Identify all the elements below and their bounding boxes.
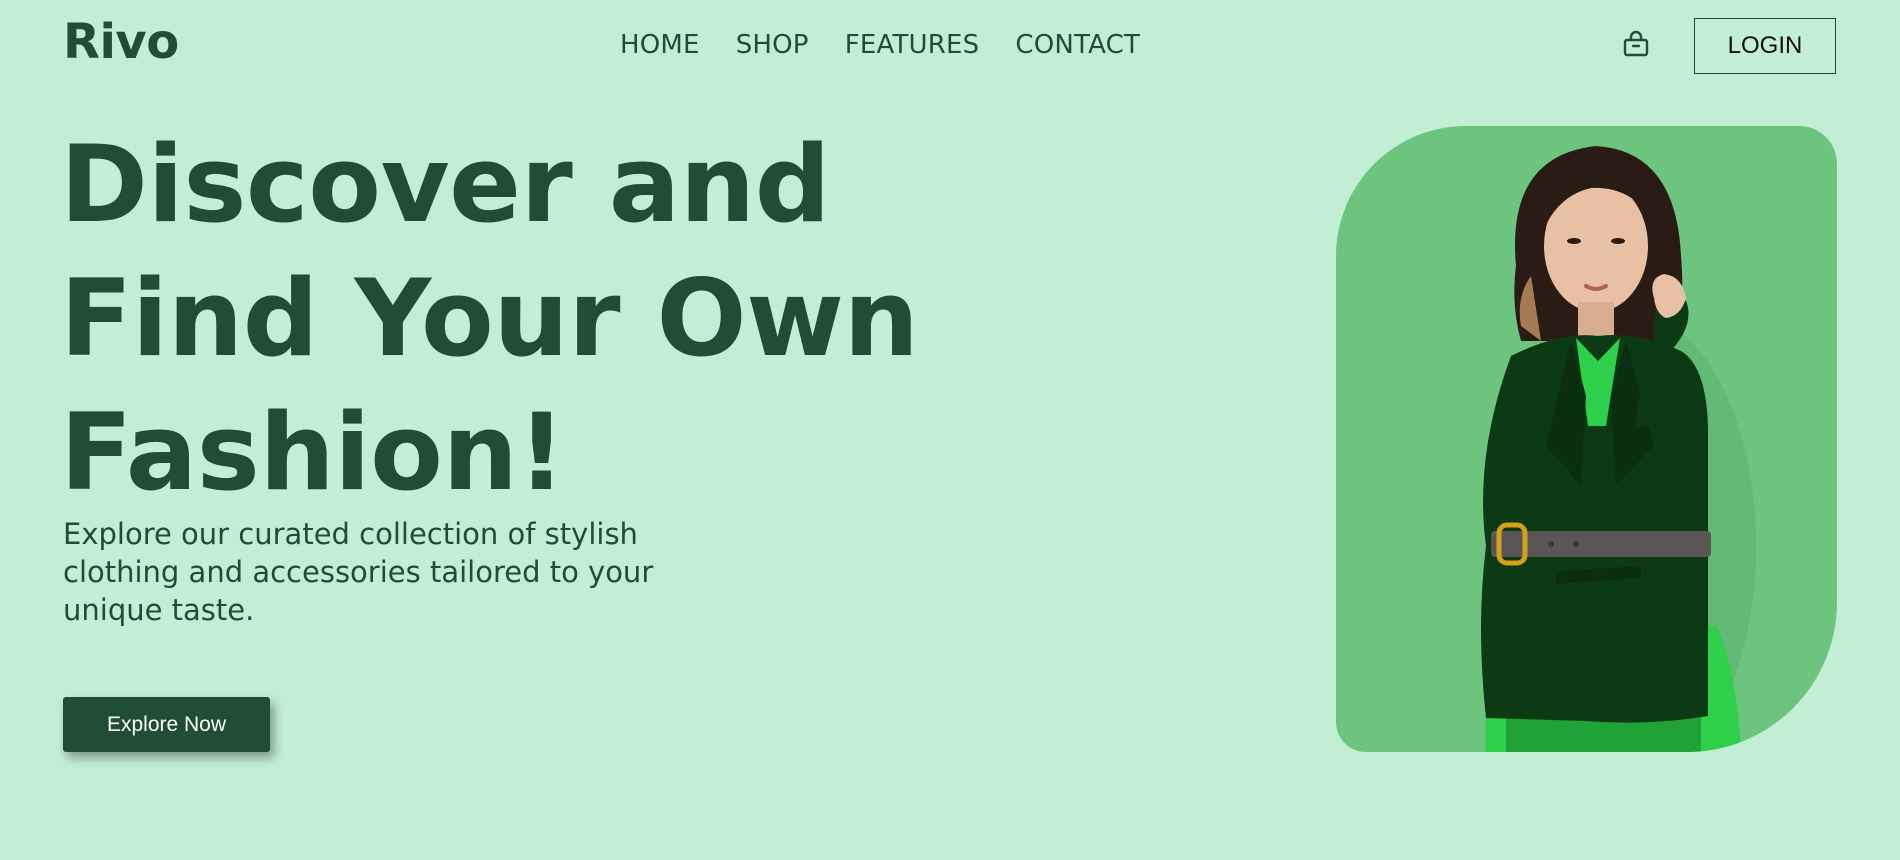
brand-logo[interactable]: Rivo (63, 14, 179, 70)
nav-home[interactable]: HOME (620, 30, 700, 60)
hero-title-line-1: Discover and (60, 123, 831, 246)
explore-now-button[interactable]: Explore Now (63, 697, 270, 752)
main-nav: HOME SHOP FEATURES CONTACT (620, 30, 1140, 60)
nav-shop[interactable]: SHOP (736, 30, 809, 60)
hero-title: Discover and Find Your Own Fashion! (60, 118, 919, 520)
hero-title-line-3: Fashion! (60, 391, 566, 514)
model-photo (1481, 146, 1756, 752)
page: Rivo HOME SHOP FEATURES CONTACT LOGIN Di… (0, 0, 1900, 860)
hero-title-line-2: Find Your Own (60, 257, 919, 380)
login-button[interactable]: LOGIN (1694, 18, 1836, 74)
shopping-bag-icon[interactable] (1622, 30, 1650, 58)
hero-subtitle: Explore our curated collection of stylis… (63, 517, 654, 627)
nav-features[interactable]: FEATURES (845, 30, 980, 60)
hero-image-card (1336, 126, 1837, 752)
nav-contact[interactable]: CONTACT (1015, 30, 1140, 60)
